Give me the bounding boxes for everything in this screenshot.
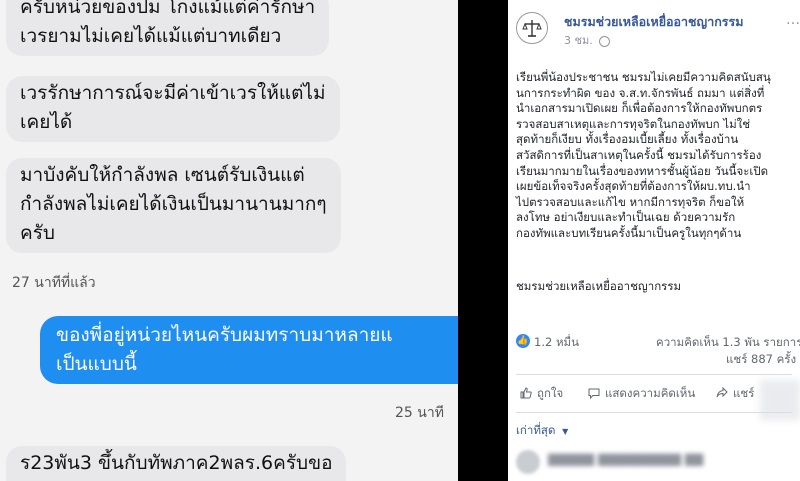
page-name[interactable]: ชมรมช่วยเหลือเหยื่ออาชญากรรม bbox=[564, 12, 743, 32]
commenter-avatar bbox=[516, 450, 540, 474]
message-line: เป็นแบบนี้ bbox=[56, 353, 137, 375]
scales-of-justice-icon bbox=[522, 20, 542, 37]
comment-label: แสดงความคิดเห็น bbox=[605, 386, 696, 400]
share-icon bbox=[716, 387, 728, 398]
comments-count[interactable]: ความคิดเห็น 1.3 พัน รายการ bbox=[656, 334, 800, 352]
comment-sort-dropdown[interactable]: เก่าที่สุด ▼ bbox=[516, 422, 568, 440]
post-body-line: รวจสอบสาเหตุและการทุจริตในกองทัพบก ไม่ใช… bbox=[516, 116, 751, 131]
message-line: ของพี่อยู่หน่วยไหนครับผมทราบมาหลายแ bbox=[56, 324, 393, 346]
globe-icon bbox=[599, 35, 611, 47]
post-body-line: เผยข้อเท็จจริงครั้งสุดท้ายที่ต้องการให้ผ… bbox=[516, 179, 751, 194]
sort-label: เก่าที่สุด bbox=[516, 423, 556, 437]
post-body-line: ลงโทษ อย่าเงียบและทำเป็นเฉย ด้วยความรัก bbox=[516, 210, 736, 225]
post-body-line: สวัสดิการที่เป็นสาเหตุในครั้งนี้ ชมรมได้… bbox=[516, 147, 762, 162]
message-line: ครับหน่วยของปม โกงแม้แต่ค่ารักษา bbox=[20, 0, 316, 18]
post-header: ชมรมช่วยเหลือเหยื่ออาชญากรรม 3 ชม. … bbox=[508, 0, 800, 58]
facebook-post: ชมรมช่วยเหลือเหยื่ออาชญากรรม 3 ชม. … เรี… bbox=[508, 0, 800, 481]
chat-message-incoming: เวรรักษาการณ์จะมีค่าเข้าเวรให้แต่ไม่ เคย… bbox=[6, 76, 340, 142]
message-line: ครับ bbox=[20, 222, 55, 244]
post-body-line: นการกระทำผิด ของ จ.ส.ท.จักรพันธ์ ถมมา แต… bbox=[516, 85, 765, 100]
post-body-line: ไปตรวจสอบและแก้ไข หากมีการทุจริต ก็ขอให้ bbox=[516, 194, 745, 209]
share-button[interactable]: แชร์ bbox=[716, 385, 754, 403]
post-body-line: เรียนมากมายในเรื่องของทหารชั้นผู้น้อย วั… bbox=[516, 163, 769, 178]
blurred-comment-text: ▇▇▇▇▇ ▇▇▇▇▇▇▇▇▇ ▇▇ bbox=[548, 452, 704, 466]
post-actions: ถูกใจ แสดงความคิดเห็น แชร์ bbox=[516, 383, 800, 405]
message-line: เวรรักษาการณ์จะมีค่าเข้าเวรให้แต่ไม่ bbox=[20, 82, 326, 104]
message-line: กำลังพลไม่เคยได้เงินเป็นมานานมากๆ bbox=[20, 193, 327, 215]
divider bbox=[516, 374, 792, 375]
post-body-line: เรียนพี่น้องประชาชน ชมรมไม่เคยมีความคิดส… bbox=[516, 70, 771, 84]
chat-message-incoming: ครับหน่วยของปม โกงแม้แต่ค่ารักษา เวรยามไ… bbox=[6, 0, 330, 56]
post-stats: 👍 1.2 หมื่น ความคิดเห็น 1.3 พัน รายการ แ… bbox=[516, 330, 800, 370]
post-signature: ชมรมช่วยเหลือเหยื่ออาชญากรรม bbox=[516, 279, 682, 293]
message-line: เคยได้ bbox=[20, 111, 73, 133]
comment-icon bbox=[588, 388, 600, 399]
chat-message-incoming: ร23พัน3 ขึ้นกับทัพภาค2พลร.6ครับขอ bbox=[6, 446, 347, 481]
post-meta: 3 ชม. bbox=[564, 31, 611, 49]
like-button[interactable]: ถูกใจ bbox=[520, 385, 563, 403]
divider bbox=[516, 412, 792, 413]
chat-screenshot: ครับหน่วยของปม โกงแม้แต่ค่ารักษา เวรยามไ… bbox=[0, 0, 458, 481]
message-timestamp: 27 นาทีที่แล้ว bbox=[12, 275, 96, 291]
post-body-line: กองทัพและบทเรียนครั้งนี้มาเป็นครูในทุกๆด… bbox=[516, 225, 742, 240]
share-label: แชร์ bbox=[733, 386, 755, 400]
blurred-area bbox=[760, 380, 800, 420]
caret-down-icon: ▼ bbox=[562, 427, 569, 436]
comment-preview: ▇▇▇▇▇ ▇▇▇▇▇▇▇▇▇ ▇▇ bbox=[516, 446, 800, 481]
message-line: มาบังคับให้กำลังพล เซนต์รับเงินแต่ bbox=[20, 164, 305, 186]
post-timestamp[interactable]: 3 ชม. bbox=[564, 34, 593, 47]
like-label: ถูกใจ bbox=[537, 386, 564, 400]
message-line: ร23พัน3 ขึ้นกับทัพภาค2พลร.6ครับขอ bbox=[20, 452, 333, 474]
like-reaction-icon: 👍 bbox=[516, 334, 530, 348]
shares-count[interactable]: แชร์ 887 ครั้ง bbox=[726, 351, 796, 369]
reactions-count[interactable]: 1.2 หมื่น bbox=[534, 334, 579, 352]
chat-message-incoming: มาบังคับให้กำลังพล เซนต์รับเงินแต่ กำลัง… bbox=[6, 158, 341, 253]
thumbs-up-icon bbox=[520, 387, 532, 399]
post-body: เรียนพี่น้องประชาชน ชมรมไม่เคยมีความคิดส… bbox=[516, 70, 784, 242]
post-body-line: สุดท้ายก็เงียบ ทั้งเรื่องอมเบี้ยเลี้ยง ท… bbox=[516, 132, 739, 147]
comment-button[interactable]: แสดงความคิดเห็น bbox=[588, 385, 695, 403]
page-avatar[interactable] bbox=[516, 12, 548, 44]
post-body-line: นำเอกสารมาเปิดเผย ก็เพื่อต้องการให้กองทั… bbox=[516, 101, 763, 116]
chat-message-outgoing: ของพี่อยู่หน่วยไหนครับผมทราบมาหลายแ เป็น… bbox=[40, 316, 458, 384]
message-line: เวรยามไม่เคยได้แม้แต่บาทเดียว bbox=[20, 25, 282, 47]
more-options-icon[interactable]: … bbox=[786, 12, 800, 28]
message-timestamp: 25 นาที bbox=[395, 405, 444, 421]
